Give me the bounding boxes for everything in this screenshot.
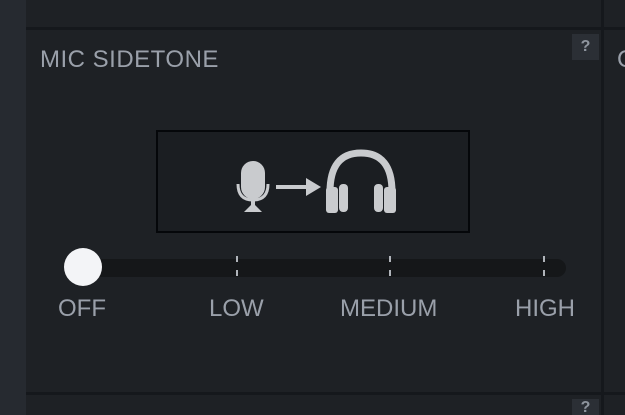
adjacent-panel-title: C <box>617 46 625 74</box>
help-button-next[interactable]: ? <box>572 399 599 415</box>
help-button[interactable]: ? <box>572 34 599 60</box>
arrow-right-icon <box>276 178 321 196</box>
slider-tick-high-bottom <box>543 270 545 276</box>
headphones-icon <box>326 149 396 213</box>
section-title: MIC SIDETONE <box>40 46 219 73</box>
level-label-medium[interactable]: MEDIUM <box>340 295 437 323</box>
slider-tick-medium-bottom <box>389 270 391 276</box>
level-label-high[interactable]: HIGH <box>515 295 575 323</box>
level-label-low[interactable]: LOW <box>209 295 264 323</box>
slider-tick-low-top <box>236 256 238 262</box>
adjacent-panel-top <box>604 0 625 27</box>
next-panel <box>26 395 601 415</box>
previous-panel <box>26 0 601 27</box>
microphone-icon <box>236 161 270 212</box>
adjacent-panel-bottom <box>604 395 625 415</box>
left-sidebar-strip <box>0 0 26 415</box>
sidetone-slider-handle[interactable] <box>64 248 102 286</box>
slider-tick-medium-top <box>389 256 391 262</box>
adjacent-panel <box>604 30 625 392</box>
sidetone-illustration <box>156 130 470 233</box>
slider-tick-low-bottom <box>236 270 238 276</box>
level-label-off[interactable]: OFF <box>58 295 106 323</box>
slider-tick-high-top <box>543 256 545 262</box>
sidetone-slider-track[interactable] <box>64 259 566 277</box>
